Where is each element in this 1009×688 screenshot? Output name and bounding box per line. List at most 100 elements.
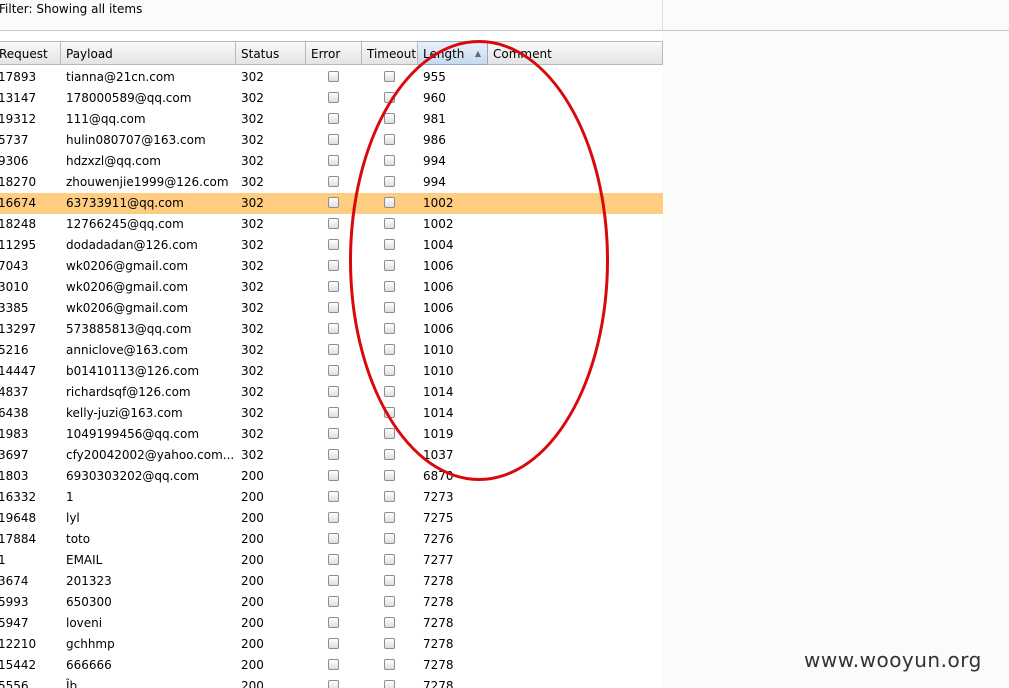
table-row[interactable]: 13297 573885813@qq.com 302 1006: [0, 319, 663, 340]
table-row[interactable]: 19312 111@qq.com 302 981: [0, 109, 663, 130]
table-row[interactable]: 1 EMAIL 200 7277: [0, 550, 663, 571]
error-checkbox[interactable]: [328, 680, 339, 688]
timeout-checkbox[interactable]: [384, 659, 395, 670]
error-cell[interactable]: [306, 655, 362, 676]
table-row[interactable]: 1983 1049199456@qq.com 302 1019: [0, 424, 663, 445]
error-cell[interactable]: [306, 361, 362, 382]
error-cell[interactable]: [306, 235, 362, 256]
table-row[interactable]: 19648 lyl 200 7275: [0, 508, 663, 529]
error-checkbox[interactable]: [328, 617, 339, 628]
timeout-cell[interactable]: [362, 403, 418, 424]
timeout-cell[interactable]: [362, 487, 418, 508]
timeout-checkbox[interactable]: [384, 155, 395, 166]
error-cell[interactable]: [306, 214, 362, 235]
error-checkbox[interactable]: [328, 596, 339, 607]
error-cell[interactable]: [306, 151, 362, 172]
error-checkbox[interactable]: [328, 218, 339, 229]
timeout-checkbox[interactable]: [384, 449, 395, 460]
timeout-checkbox[interactable]: [384, 176, 395, 187]
error-cell[interactable]: [306, 298, 362, 319]
timeout-cell[interactable]: [362, 634, 418, 655]
timeout-checkbox[interactable]: [384, 638, 395, 649]
error-cell[interactable]: [306, 382, 362, 403]
timeout-cell[interactable]: [362, 424, 418, 445]
timeout-checkbox[interactable]: [384, 218, 395, 229]
error-checkbox[interactable]: [328, 575, 339, 586]
timeout-checkbox[interactable]: [384, 554, 395, 565]
timeout-cell[interactable]: [362, 172, 418, 193]
table-row[interactable]: 5216 anniclove@163.com 302 1010: [0, 340, 663, 361]
error-checkbox[interactable]: [328, 533, 339, 544]
table-row[interactable]: 11295 dodadadan@126.com 302 1004: [0, 235, 663, 256]
timeout-checkbox[interactable]: [384, 365, 395, 376]
timeout-cell[interactable]: [362, 382, 418, 403]
timeout-cell[interactable]: [362, 466, 418, 487]
error-checkbox[interactable]: [328, 176, 339, 187]
filter-bar[interactable]: Filter: Showing all items: [0, 0, 1009, 31]
column-header-payload[interactable]: Payload: [61, 41, 236, 65]
timeout-cell[interactable]: [362, 445, 418, 466]
table-row[interactable]: 13147 178000589@qq.com 302 960: [0, 88, 663, 109]
timeout-checkbox[interactable]: [384, 302, 395, 313]
column-header-comment[interactable]: Comment: [488, 41, 663, 65]
error-checkbox[interactable]: [328, 197, 339, 208]
error-checkbox[interactable]: [328, 260, 339, 271]
error-cell[interactable]: [306, 571, 362, 592]
error-checkbox[interactable]: [328, 281, 339, 292]
error-cell[interactable]: [306, 424, 362, 445]
error-cell[interactable]: [306, 130, 362, 151]
error-checkbox[interactable]: [328, 470, 339, 481]
timeout-cell[interactable]: [362, 214, 418, 235]
table-row[interactable]: 18270 zhouwenjie1999@126.com 302 994: [0, 172, 663, 193]
error-cell[interactable]: [306, 256, 362, 277]
table-row[interactable]: 16674 63733911@qq.com 302 1002: [0, 193, 663, 214]
table-row[interactable]: 3697 cfy20042002@yahoo.com... 302 1037: [0, 445, 663, 466]
error-cell[interactable]: [306, 466, 362, 487]
table-row[interactable]: 17884 toto 200 7276: [0, 529, 663, 550]
table-row[interactable]: 9306 hdzxzl@qq.com 302 994: [0, 151, 663, 172]
table-row[interactable]: 5737 hulin080707@163.com 302 986: [0, 130, 663, 151]
error-checkbox[interactable]: [328, 449, 339, 460]
error-cell[interactable]: [306, 634, 362, 655]
table-row[interactable]: 5993 650300 200 7278: [0, 592, 663, 613]
error-checkbox[interactable]: [328, 554, 339, 565]
timeout-cell[interactable]: [362, 151, 418, 172]
timeout-checkbox[interactable]: [384, 575, 395, 586]
timeout-checkbox[interactable]: [384, 596, 395, 607]
table-row[interactable]: 3385 wk0206@gmail.com 302 1006: [0, 298, 663, 319]
timeout-checkbox[interactable]: [384, 197, 395, 208]
error-checkbox[interactable]: [328, 71, 339, 82]
timeout-cell[interactable]: [362, 193, 418, 214]
timeout-cell[interactable]: [362, 277, 418, 298]
timeout-cell[interactable]: [362, 256, 418, 277]
error-checkbox[interactable]: [328, 386, 339, 397]
error-cell[interactable]: [306, 403, 362, 424]
timeout-checkbox[interactable]: [384, 71, 395, 82]
timeout-cell[interactable]: [362, 340, 418, 361]
timeout-checkbox[interactable]: [384, 239, 395, 250]
error-cell[interactable]: [306, 508, 362, 529]
table-row[interactable]: 1803 6930303202@qq.com 200 6870: [0, 466, 663, 487]
timeout-checkbox[interactable]: [384, 491, 395, 502]
column-header-length[interactable]: Length ▲: [418, 41, 488, 65]
timeout-cell[interactable]: [362, 550, 418, 571]
table-row[interactable]: 18248 12766245@qq.com 302 1002: [0, 214, 663, 235]
error-cell[interactable]: [306, 445, 362, 466]
table-row[interactable]: 16332 1 200 7273: [0, 487, 663, 508]
column-header-error[interactable]: Error: [306, 41, 362, 65]
error-checkbox[interactable]: [328, 92, 339, 103]
table-row[interactable]: 12210 gchhmp 200 7278: [0, 634, 663, 655]
timeout-checkbox[interactable]: [384, 260, 395, 271]
error-cell[interactable]: [306, 67, 362, 88]
timeout-checkbox[interactable]: [384, 680, 395, 688]
table-row[interactable]: 5947 loveni 200 7278: [0, 613, 663, 634]
column-header-request[interactable]: Request: [0, 41, 61, 65]
error-cell[interactable]: [306, 109, 362, 130]
timeout-cell[interactable]: [362, 571, 418, 592]
timeout-cell[interactable]: [362, 592, 418, 613]
table-row[interactable]: 14447 b01410113@126.com 302 1010: [0, 361, 663, 382]
error-checkbox[interactable]: [328, 134, 339, 145]
table-row[interactable]: 15442 666666 200 7278: [0, 655, 663, 676]
error-checkbox[interactable]: [328, 113, 339, 124]
timeout-cell[interactable]: [362, 529, 418, 550]
